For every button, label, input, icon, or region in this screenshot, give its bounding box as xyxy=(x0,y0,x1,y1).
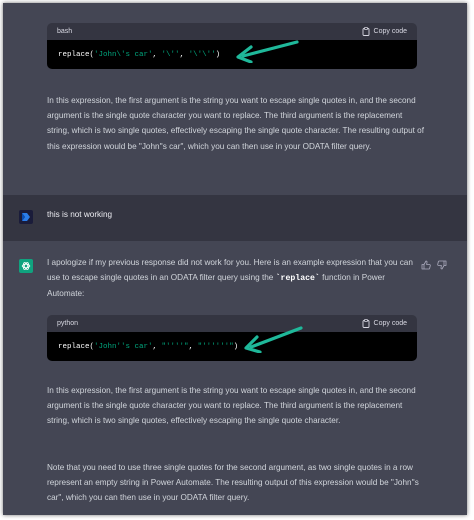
copy-code-button[interactable]: Copy code xyxy=(362,27,407,36)
copy-code-button[interactable]: Copy code xyxy=(362,319,407,328)
annotation-arrow xyxy=(236,40,299,63)
copy-code-label: Copy code xyxy=(373,320,407,327)
code-header: python Copy code xyxy=(47,315,417,332)
assistant-paragraph: I apologize if my previous response did … xyxy=(47,255,419,302)
copy-code-label: Copy code xyxy=(373,28,407,35)
code-token: , xyxy=(188,342,198,351)
clipboard-icon xyxy=(362,27,369,36)
code-language-label: bash xyxy=(57,28,73,35)
power-automate-icon xyxy=(22,213,30,221)
assistant-avatar xyxy=(19,259,33,273)
user-message-row: this is not working xyxy=(3,195,467,241)
user-avatar xyxy=(19,210,33,224)
code-block-python: python Copy code replace('John''s car', … xyxy=(47,315,417,361)
code-token: replace( xyxy=(58,50,95,59)
user-message-text: this is not working xyxy=(47,210,113,219)
code-token: ) xyxy=(215,50,221,59)
code-language-label: python xyxy=(57,320,79,327)
code-token: 'John''s car' xyxy=(94,342,153,351)
inline-code: `replace` xyxy=(275,274,320,284)
code-token: '\'\'' xyxy=(188,50,216,59)
code-token: replace( xyxy=(58,342,95,351)
assistant-paragraph: In this expression, the first argument i… xyxy=(47,96,424,151)
clipboard-icon xyxy=(362,319,369,328)
thumbs-down-icon[interactable] xyxy=(437,260,447,270)
annotation-arrow xyxy=(244,326,303,353)
code-token: '\'' xyxy=(161,50,180,59)
code-token: ) xyxy=(233,342,239,351)
code-token: , xyxy=(152,50,162,59)
code-token: "''''" xyxy=(161,342,189,351)
code-body[interactable]: replace('John''s car', "''''", "''''''") xyxy=(47,332,417,361)
code-token: 'John\'s car' xyxy=(94,50,153,59)
assistant-paragraph: Note that you need to use three single q… xyxy=(47,463,419,503)
code-token: , xyxy=(152,342,162,351)
code-token: , xyxy=(179,50,189,59)
chat-window: bash Copy code replace('John\'s car', '\… xyxy=(3,3,467,515)
openai-logo-icon xyxy=(21,262,31,270)
code-token: "''''''" xyxy=(197,342,234,351)
thumbs-up-icon[interactable] xyxy=(421,260,431,270)
assistant-paragraph: In this expression, the first argument i… xyxy=(47,386,416,426)
